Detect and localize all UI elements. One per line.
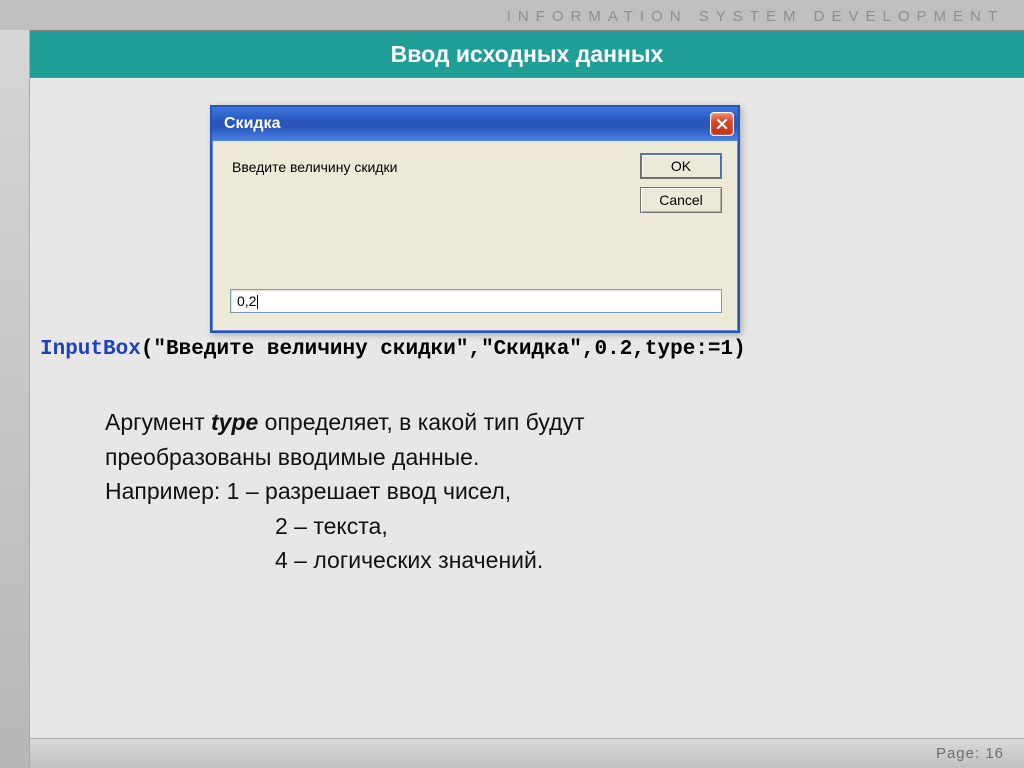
exp-p5: 4 – логических значений. bbox=[105, 543, 974, 578]
code-keyword: InputBox bbox=[40, 338, 141, 361]
inputbox-dialog: Скидка Введите величину скидки OK Cancel… bbox=[210, 105, 740, 333]
exp-p2: преобразованы вводимые данные. bbox=[105, 440, 974, 475]
left-decor-bar bbox=[0, 30, 30, 768]
page-label: Page: bbox=[936, 745, 980, 762]
slide-title: Ввод исходных данных bbox=[30, 30, 1024, 78]
header-tagline: INFORMATION SYSTEM DEVELOPMENT bbox=[507, 8, 1004, 25]
exp-arg: type bbox=[211, 409, 258, 435]
dialog-body: Введите величину скидки OK Cancel 0,2 bbox=[212, 141, 738, 331]
dialog-titlebar[interactable]: Скидка bbox=[212, 107, 738, 141]
code-line: InputBox("Введите величину скидки","Скид… bbox=[40, 338, 746, 361]
dialog-title-text: Скидка bbox=[224, 115, 280, 133]
dialog-input-value: 0,2 bbox=[237, 293, 256, 309]
explanation-text: Аргумент type определяет, в какой тип бу… bbox=[105, 405, 974, 578]
code-args: ("Введите величину скидки","Скидка",0.2,… bbox=[141, 338, 746, 361]
exp-p4: 2 – текста, bbox=[105, 509, 974, 544]
dialog-prompt: Введите величину скидки bbox=[232, 159, 397, 175]
close-icon[interactable] bbox=[710, 112, 734, 136]
page-number: 16 bbox=[985, 745, 1004, 762]
dialog-input[interactable]: 0,2 bbox=[230, 289, 722, 313]
text-caret bbox=[257, 295, 258, 309]
ok-button[interactable]: OK bbox=[640, 153, 722, 179]
exp-p1b: определяет, в какой тип будут bbox=[258, 409, 584, 435]
exp-p3: Например: 1 – разрешает ввод чисел, bbox=[105, 474, 974, 509]
footer-bar: Page: 16 bbox=[30, 738, 1024, 768]
exp-p1a: Аргумент bbox=[105, 409, 211, 435]
cancel-button[interactable]: Cancel bbox=[640, 187, 722, 213]
